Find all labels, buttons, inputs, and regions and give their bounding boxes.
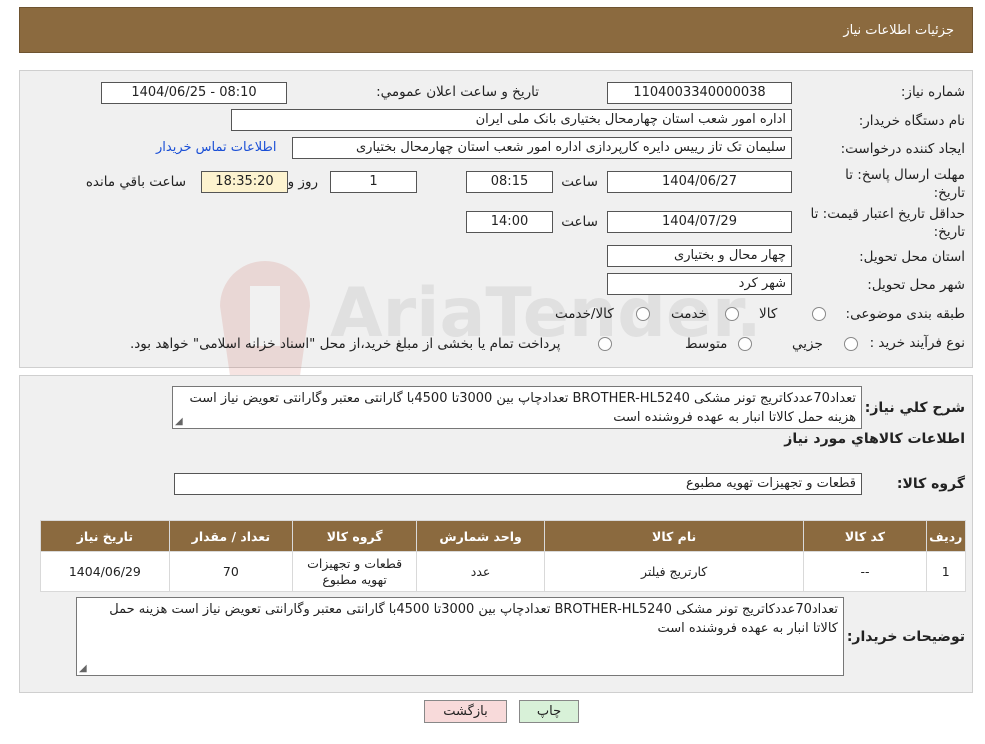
category-service-label: خدمت [671,306,707,322]
buyer-contact-link[interactable]: اطلاعات تماس خريدار [156,140,276,155]
goods-table-header-row: رديف كد كالا نام كالا واحد شمارش گروه كا… [40,520,967,552]
cell-need-date: 1404/06/29 [40,551,170,592]
cell-goods-group: قطعات و تجهیزات تهویه مطبوع [291,551,418,592]
buyer-notes-label: توضيحات خريدار: [846,629,965,645]
deadline-time-label: ساعت [561,174,598,190]
treasury-payment-checkbox[interactable] [598,337,612,351]
requester-field: سلیمان تک تاز رییس دایره کارپردازی اداره… [292,137,792,159]
deadline-time-field: 08:15 [466,171,553,193]
goods-panel: شرح كلي نياز: تعداد70عددکاتریج تونر مشکی… [19,375,973,693]
cell-goods-code: -- [803,551,927,592]
goods-group-label: گروه كالا: [896,476,965,492]
cell-quantity: 70 [168,551,293,592]
delivery-province-field: چهار محال و بختیاری [607,245,792,267]
col-unit: واحد شمارش [416,520,545,552]
purchase-type-label: نوع فرآيند خريد : [869,335,965,351]
col-goods-code: كد كالا [803,520,927,552]
cell-row-number: 1 [925,551,967,592]
buyer-notes-textarea[interactable]: تعداد70عددکاتریج تونر مشکی BROTHER-HL524… [76,597,844,676]
buyer-org-field: اداره امور شعب استان چهارمحال بختیاری با… [231,109,792,131]
deadline-label: مهلت ارسال پاسخ: تا تاريخ: [845,167,965,201]
resize-grip-icon[interactable]: ◢ [175,417,183,427]
delivery-city-label: شهر محل تحويل: [867,277,965,293]
price-validity-label: حداقل تاريخ اعتبار قيمت: تا تاريخ: [810,206,965,240]
deadline-days-field: 1 [330,171,417,193]
summary-text: تعداد70عددکاتریج تونر مشکی BROTHER-HL524… [189,391,856,425]
col-goods-group: گروه كالا [291,520,418,552]
delivery-province-label: استان محل تحويل: [859,249,965,265]
need-number-field: 1104003340000038 [607,82,792,104]
remaining-time-label: ساعت باقي مانده [85,174,186,190]
resize-grip-icon[interactable]: ◢ [79,664,87,674]
category-service-radio[interactable] [725,307,739,321]
cell-goods-name: کارتریج فیلتر [543,551,805,592]
treasury-payment-note: پرداخت تمام یا بخشی از مبلغ خرید،از محل … [130,336,561,352]
category-goods-service-label: کالا/خدمت [555,306,614,322]
print-button[interactable]: چاپ [519,700,579,723]
purchase-type-minor-label: جزيي [792,336,823,352]
category-label: طبقه بندی موضوعی: [845,306,965,322]
table-row: 1 -- کارتریج فیلتر عدد قطعات و تجهیزات ت… [40,551,967,592]
summary-textarea[interactable]: تعداد70عددکاتریج تونر مشکی BROTHER-HL524… [172,386,862,429]
page-title: جزئیات اطلاعات نیاز [843,23,954,38]
announce-datetime-field: 1404/06/25 - 08:10 [101,82,287,104]
price-validity-time-field: 14:00 [466,211,553,233]
requester-label: ايجاد كننده درخواست: [840,141,965,157]
category-goods-label: کالا [759,306,778,322]
purchase-type-medium-radio[interactable] [738,337,752,351]
col-quantity: تعداد / مقدار [168,520,293,552]
back-button[interactable]: بازگشت [424,700,507,723]
col-row-number: رديف [925,520,967,552]
announce-datetime-label: تاریخ و ساعت اعلان عمومي: [376,84,539,100]
buyer-org-label: نام دستگاه خريدار: [858,113,965,129]
category-goods-service-radio[interactable] [636,307,650,321]
price-validity-time-label: ساعت [561,214,598,230]
delivery-city-field: شهر کرد [607,273,792,295]
category-goods-radio[interactable] [812,307,826,321]
deadline-date-field: 1404/06/27 [607,171,792,193]
buyer-notes-text: تعداد70عددکاتریج تونر مشکی BROTHER-HL524… [109,602,838,636]
remaining-time-field: 18:35:20 [201,171,288,193]
page-header: جزئیات اطلاعات نیاز [19,7,973,53]
col-need-date: تاريخ نياز [40,520,170,552]
need-number-label: شماره نیاز: [900,84,965,100]
need-details-panel: AriaTender.neT شماره نیاز: 1104003340000… [19,70,973,376]
summary-label: شرح كلي نياز: [864,400,965,416]
goods-group-field: قطعات و تجهیزات تهویه مطبوع [174,473,862,495]
goods-info-title: اطلاعات كالاهاي مورد نياز [784,431,965,447]
purchase-type-medium-label: متوسط [685,336,728,352]
days-label: روز و [287,174,318,190]
goods-table: رديف كد كالا نام كالا واحد شمارش گروه كا… [40,520,967,592]
col-goods-name: نام كالا [543,520,805,552]
price-validity-date-field: 1404/07/29 [607,211,792,233]
cell-unit: عدد [416,551,545,592]
purchase-type-minor-radio[interactable] [844,337,858,351]
